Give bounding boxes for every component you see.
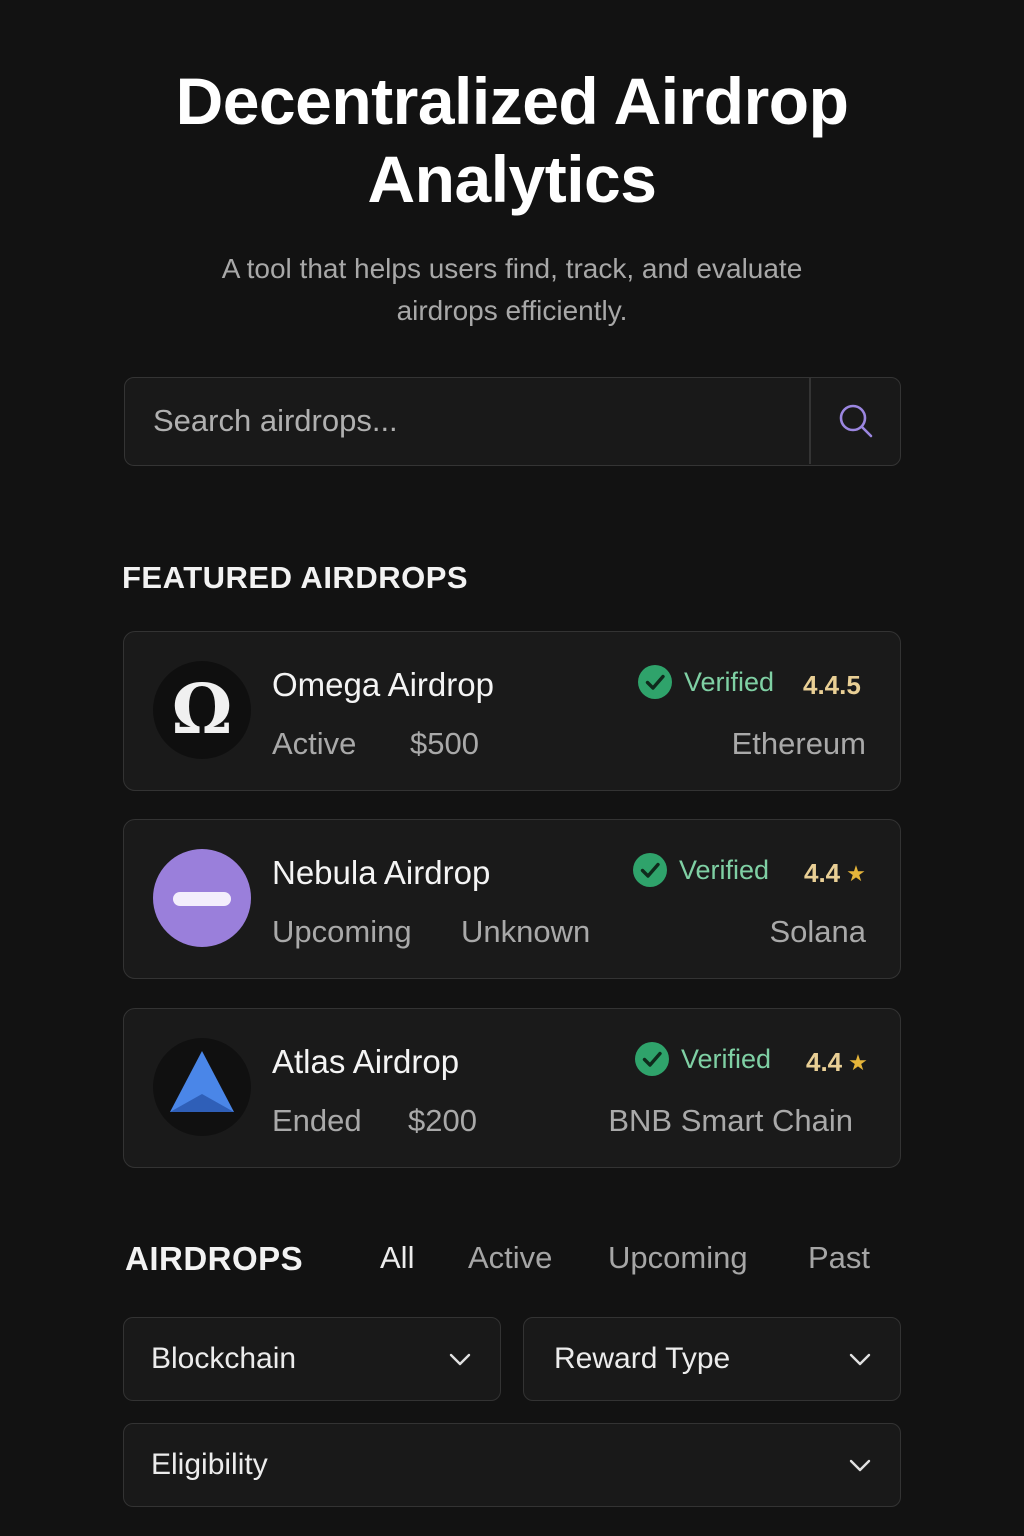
verified-badge: Verified xyxy=(638,665,774,699)
card-reward: $500 xyxy=(410,726,479,761)
rating-value: 4.4 xyxy=(806,1047,843,1077)
reward-type-select-label: Reward Type xyxy=(554,1342,731,1375)
card-reward: $200 xyxy=(408,1103,477,1138)
tab-active[interactable]: Active xyxy=(468,1240,552,1276)
page: Decentralized Airdrop Analytics A tool t… xyxy=(0,0,1024,1536)
reward-type-select[interactable]: Reward Type xyxy=(523,1317,901,1401)
search-icon xyxy=(839,404,872,438)
featured-card-nebula[interactable]: Nebula Airdrop Verified 4.4 ★ Upcoming U… xyxy=(123,819,901,979)
blockchain-select[interactable]: Blockchain xyxy=(123,1317,501,1401)
search-button[interactable] xyxy=(811,378,900,464)
card-status: Upcoming xyxy=(272,914,412,949)
card-name: Nebula Airdrop xyxy=(272,854,491,891)
card-logo: Ω xyxy=(153,661,251,759)
atlas-triangle-icon xyxy=(170,1051,234,1112)
card-chain: Ethereum xyxy=(731,726,866,761)
blockchain-select-label: Blockchain xyxy=(151,1342,297,1375)
page-title-line-1: Decentralized Airdrop xyxy=(175,64,849,138)
rating-value: 4.4 xyxy=(804,858,841,888)
search-bar xyxy=(124,377,901,466)
search-input[interactable] xyxy=(125,378,809,464)
rating: 4.4 ★ xyxy=(806,1047,868,1078)
page-title: Decentralized Airdrop Analytics xyxy=(0,62,1024,218)
page-subtitle: A tool that helps users find, track, and… xyxy=(0,248,1024,332)
verified-label: Verified xyxy=(681,1043,772,1074)
verified-badge: Verified xyxy=(633,853,769,887)
rating: 4.4.5 xyxy=(803,670,861,701)
verified-label: Verified xyxy=(684,666,775,697)
check-circle-icon xyxy=(638,665,672,699)
tab-all[interactable]: All xyxy=(380,1240,414,1276)
page-title-line-2: Analytics xyxy=(367,142,657,216)
chevron-down-icon xyxy=(849,1459,871,1472)
card-status: Ended xyxy=(272,1103,362,1138)
featured-card-atlas[interactable]: Atlas Airdrop Verified 4.4 ★ Ended $200 … xyxy=(123,1008,901,1168)
card-status: Active xyxy=(272,726,357,761)
page-subtitle-line-2: airdrops efficiently. xyxy=(396,295,628,326)
eligibility-select[interactable]: Eligibility xyxy=(123,1423,901,1507)
tab-upcoming[interactable]: Upcoming xyxy=(608,1240,748,1276)
page-subtitle-line-1: A tool that helps users find, track, and… xyxy=(221,253,803,284)
card-name: Omega Airdrop xyxy=(272,666,494,703)
nebula-icon xyxy=(173,892,231,906)
verified-label: Verified xyxy=(679,854,770,885)
card-chain: BNB Smart Chain xyxy=(608,1103,853,1138)
check-circle-icon xyxy=(633,853,667,887)
star-icon: ★ xyxy=(846,860,866,886)
card-chain: Solana xyxy=(769,914,866,949)
verified-badge: Verified xyxy=(635,1042,771,1076)
eligibility-select-label: Eligibility xyxy=(151,1448,268,1481)
card-logo xyxy=(153,1038,251,1136)
card-logo xyxy=(153,849,251,947)
check-circle-icon xyxy=(635,1042,669,1076)
rating-value: 4.4.5 xyxy=(803,670,861,700)
card-name: Atlas Airdrop xyxy=(272,1043,460,1080)
chevron-down-icon xyxy=(449,1353,471,1366)
omega-icon: Ω xyxy=(171,670,233,750)
card-reward: Unknown xyxy=(461,914,591,949)
star-icon: ★ xyxy=(848,1049,868,1075)
featured-heading: FEATURED AIRDROPS xyxy=(122,560,469,595)
chevron-down-icon xyxy=(849,1353,871,1366)
airdrops-heading: AIRDROPS xyxy=(125,1240,304,1277)
tab-past[interactable]: Past xyxy=(808,1240,870,1276)
featured-card-omega[interactable]: Ω Omega Airdrop Verified 4.4.5 Active $5… xyxy=(123,631,901,791)
rating: 4.4 ★ xyxy=(804,858,866,889)
